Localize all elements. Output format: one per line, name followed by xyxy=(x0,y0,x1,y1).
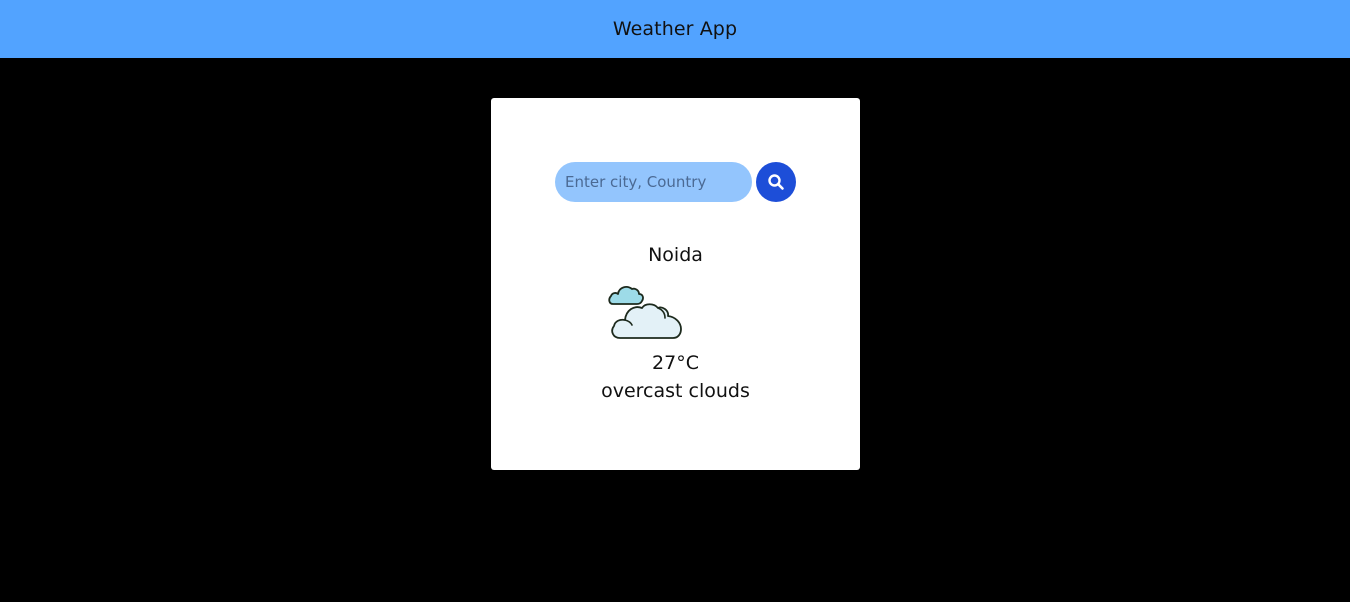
weather-description: overcast clouds xyxy=(601,380,750,402)
temperature: 27°C xyxy=(652,352,699,374)
search-bar xyxy=(555,162,797,202)
city-name: Noida xyxy=(648,244,703,266)
city-search-input[interactable] xyxy=(555,162,752,202)
search-icon xyxy=(768,174,784,190)
overcast-clouds-icon xyxy=(608,286,682,339)
weather-card: Noida 27°C overcast clouds xyxy=(491,98,860,470)
app-header: Weather App xyxy=(0,0,1350,58)
search-button[interactable] xyxy=(756,162,796,202)
app-title: Weather App xyxy=(612,18,738,40)
